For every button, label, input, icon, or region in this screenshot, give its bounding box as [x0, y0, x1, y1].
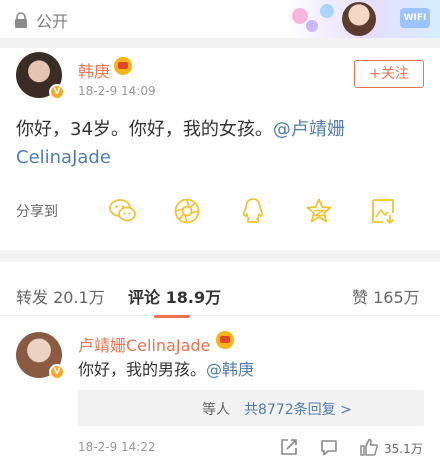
visibility-indicator: 公开 [14, 8, 68, 32]
section-divider [0, 250, 440, 262]
tab-repost[interactable]: 转发 20.1万 [16, 284, 105, 308]
commenter-name[interactable]: 卢靖姗CelinaJade [78, 332, 210, 356]
wechat-icon[interactable] [108, 196, 138, 226]
share-bar: 分享到 [16, 196, 395, 226]
qzone-icon[interactable] [304, 196, 334, 226]
visibility-label: 公开 [36, 12, 69, 31]
tab-comments-label: 评论 [128, 288, 161, 307]
replies-box[interactable]: 等人 共8772条回复 > [78, 390, 424, 426]
verified-badge: V [49, 364, 65, 380]
verified-badge: V [49, 84, 65, 100]
author-avatar[interactable]: V [16, 52, 65, 100]
save-image-icon[interactable] [368, 196, 398, 226]
replies-prefix: 等人 [202, 402, 230, 418]
vip-crown-icon [114, 57, 132, 75]
banner-badge: WIFI [400, 8, 430, 28]
qq-icon[interactable] [238, 196, 268, 226]
banner-portrait [342, 2, 376, 36]
comment-body: 你好，我的男孩。 [78, 360, 207, 379]
post-content: 你好，34岁。你好，我的女孩。@卢靖姗CelinaJade [16, 116, 426, 172]
post-text: 你好，34岁。你好，我的女孩。 [16, 119, 273, 140]
comment-mention[interactable]: @韩庚 [206, 360, 254, 379]
moments-icon[interactable] [172, 196, 202, 226]
lock-icon [14, 11, 28, 29]
decorative-banner: WIFI [288, 0, 440, 38]
comment-like-count: 35.1万 [384, 442, 423, 456]
follow-button[interactable]: +关注 [354, 60, 424, 88]
author-name[interactable]: 韩庚 [78, 58, 110, 82]
commenter-avatar[interactable]: V [16, 332, 65, 380]
tab-likes[interactable]: 赞 165万 [352, 284, 420, 308]
view-replies-link[interactable]: 共8772条回复 > [244, 399, 352, 419]
comment-text: 你好，我的男孩。@韩庚 [78, 356, 254, 380]
interaction-tabs: 转发 20.1万 评论 18.9万 赞 165万 [0, 270, 440, 318]
share-comment-icon[interactable] [276, 434, 302, 460]
post-timestamp: 18-2-9 14:09 [78, 84, 156, 98]
share-label: 分享到 [16, 204, 58, 220]
section-divider [0, 38, 440, 48]
tab-comments-count: 18.9万 [165, 288, 222, 307]
comment-timestamp: 18-2-9 14:22 [78, 440, 156, 454]
vip-crown-icon [216, 331, 234, 349]
tab-comments[interactable]: 评论 18.9万 [128, 284, 222, 318]
visibility-bar: 公开 WIFI [0, 0, 440, 38]
reply-comment-icon[interactable] [316, 434, 342, 460]
thumbs-up-icon[interactable] [356, 434, 382, 460]
